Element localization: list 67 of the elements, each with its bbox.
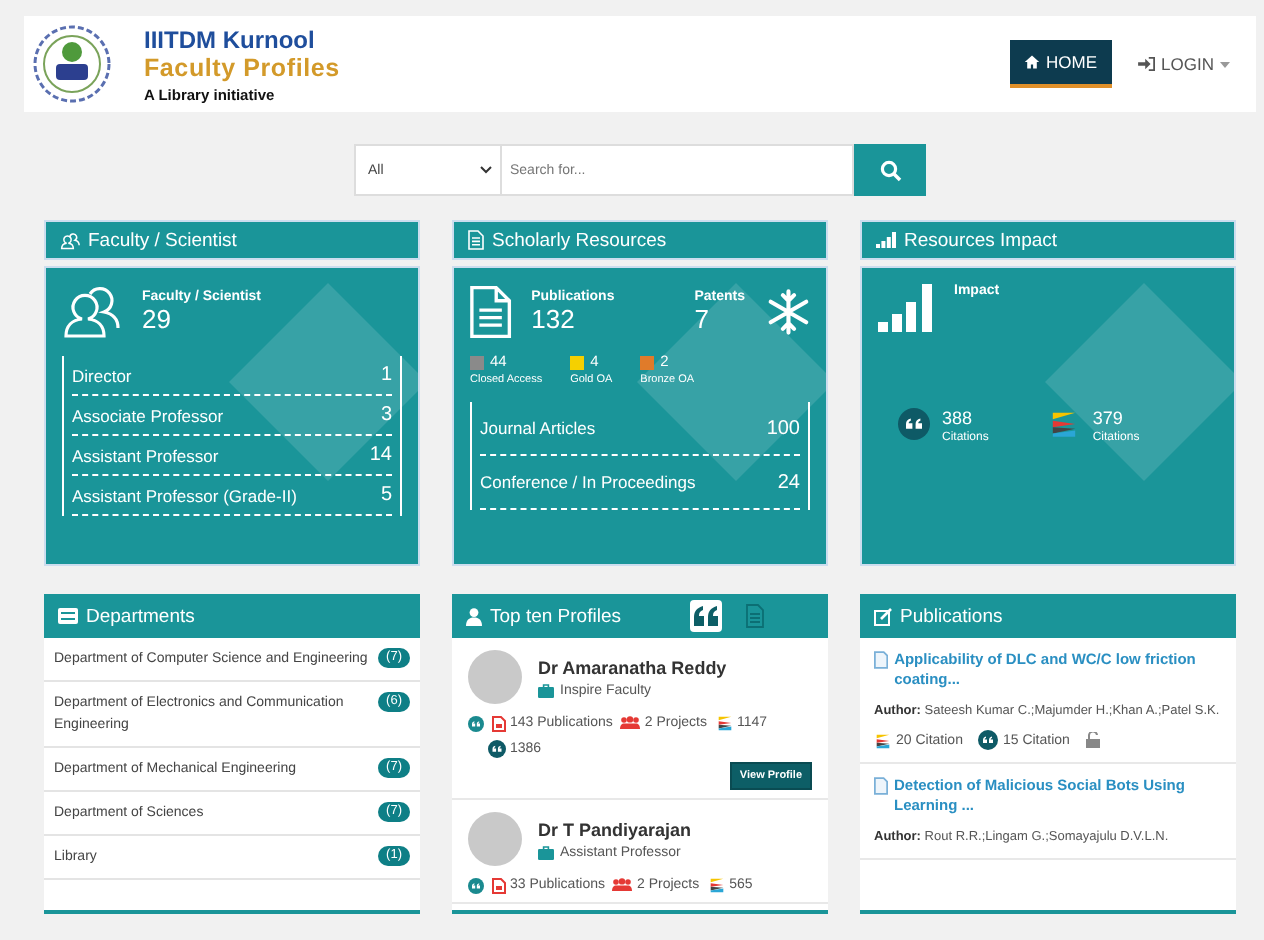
role-count: 3 [380, 404, 392, 426]
stat-value: 132 [531, 304, 577, 334]
pdf-file-icon [492, 877, 506, 893]
stat-value: 29 [142, 304, 173, 334]
photo-placeholder [468, 650, 522, 704]
login-menu[interactable]: LOGIN [1123, 42, 1244, 86]
stacked-stripes-icon [715, 714, 733, 732]
document-icon [468, 230, 484, 250]
quote-icon [488, 740, 506, 758]
document-icon [470, 284, 512, 340]
resource-type: Journal Articles [480, 418, 596, 438]
quote-icon [978, 730, 999, 750]
chevron-down-icon [480, 166, 492, 174]
role-count: 1 [380, 364, 392, 386]
card-title: Faculty / Scientist [88, 229, 237, 251]
citation-count: 388 [942, 408, 975, 428]
profile-name: Dr T Pandiyarajan [538, 819, 692, 839]
role-name: Director [72, 365, 132, 385]
home-button[interactable]: HOME [1010, 40, 1112, 88]
briefcase-icon [538, 845, 554, 859]
institute-name: IIITDM Kurnool [144, 25, 317, 53]
stacked-stripes-icon [1048, 408, 1081, 440]
role-count: 14 [369, 444, 392, 466]
role-count: 5 [380, 484, 392, 506]
panel-title: Publications [900, 605, 1003, 627]
view-toggle[interactable] [690, 600, 722, 632]
stacked-stripes-icon [874, 731, 892, 749]
sign-in-icon [1137, 56, 1156, 72]
pdf-file-icon [492, 715, 506, 731]
group-icon [612, 878, 633, 892]
role-name: Assistant Professor (Grade-II) [72, 485, 297, 505]
card-title: Scholarly Resources [492, 229, 667, 251]
quote-icon [694, 606, 718, 626]
resource-count: 24 [777, 471, 800, 493]
quote-icon [898, 408, 930, 440]
panel-title: Top ten Profiles [490, 605, 621, 627]
site-title: Faculty Profiles [144, 53, 340, 81]
citation-count: 379 [1092, 408, 1125, 428]
edit-icon [874, 607, 892, 625]
search-icon [879, 159, 901, 181]
signal-bars-icon [878, 284, 934, 332]
unlocked-padlock-icon [1085, 732, 1100, 748]
document-icon [874, 776, 888, 796]
panel-title: Departments [86, 605, 195, 627]
role-name: Associate Professor [72, 405, 224, 425]
users-icon [62, 284, 122, 340]
user-icon [466, 607, 482, 625]
signal-bars-icon [876, 232, 896, 248]
group-icon [620, 716, 641, 730]
resource-count: 100 [766, 417, 800, 439]
list-icon [58, 608, 78, 624]
resource-type: Conference / In Proceedings [480, 472, 696, 492]
caret-icon [1220, 61, 1230, 67]
search-button[interactable] [854, 144, 926, 196]
stacked-stripes-icon [707, 876, 726, 894]
users-icon [60, 231, 80, 249]
stat-value: 7 [694, 304, 711, 334]
role-name: Assistant Professor [72, 445, 219, 465]
photo-placeholder [468, 812, 522, 866]
profile-name: Dr Amaranatha Reddy [538, 657, 727, 677]
home-icon [1024, 54, 1041, 70]
briefcase-icon [538, 683, 554, 697]
document-icon [874, 650, 889, 670]
snowflake-icon [765, 288, 810, 336]
document-icon [745, 604, 763, 628]
card-title: Resources Impact [904, 229, 1058, 251]
emblem-logo [32, 24, 112, 104]
